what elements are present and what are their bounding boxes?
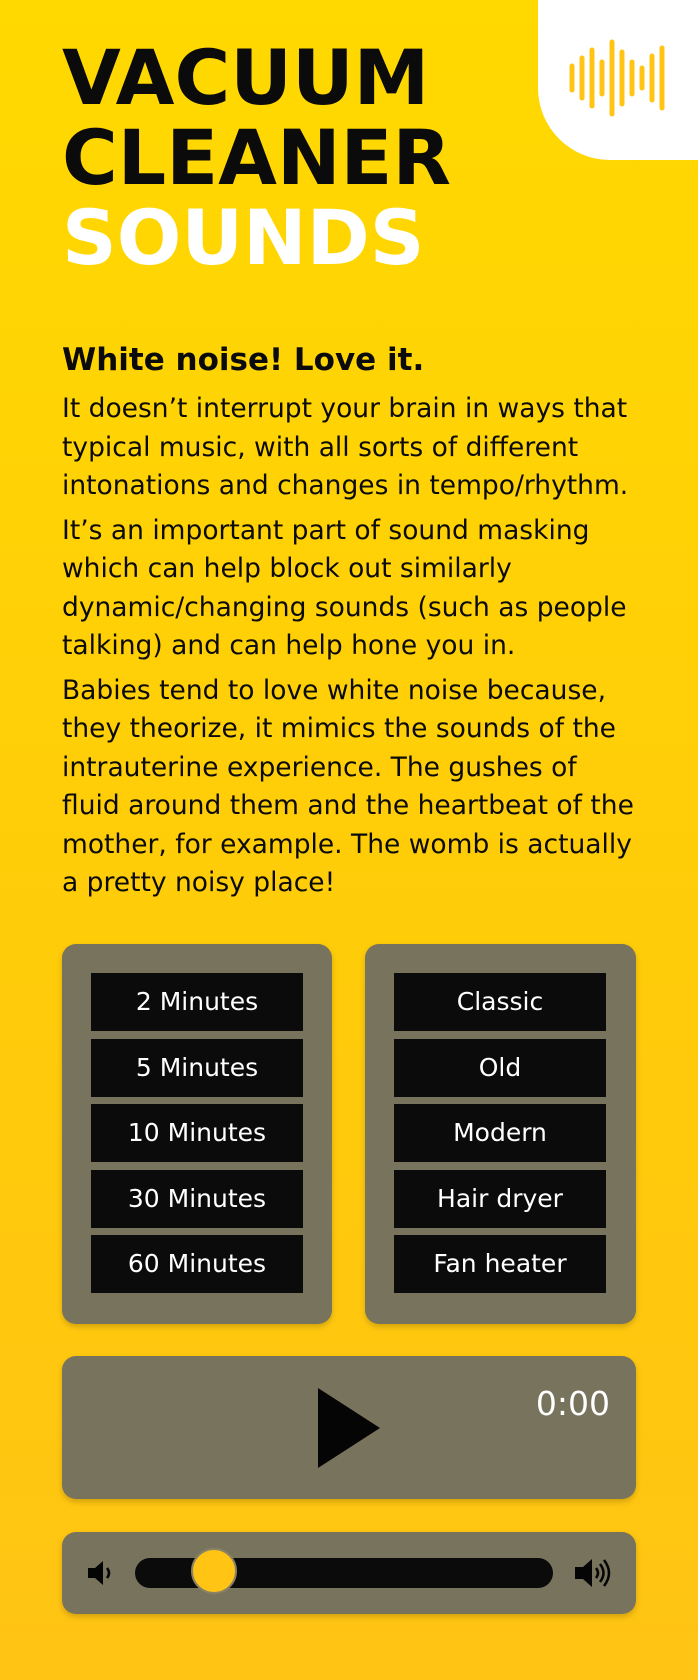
page-title: VACUUM CLEANER SOUNDS [62,38,451,278]
duration-button-30[interactable]: 30 Minutes [91,1170,303,1228]
play-icon[interactable] [318,1388,384,1468]
duration-button-60[interactable]: 60 Minutes [91,1235,303,1293]
intro-paragraph-3: Babies tend to love white noise because,… [62,674,634,899]
intro-paragraph-1: It doesn’t interrupt your brain in ways … [62,393,629,501]
volume-high-icon[interactable] [573,1556,615,1590]
sound-button-hair-dryer[interactable]: Hair dryer [394,1170,606,1228]
sound-button-fan-heater[interactable]: Fan heater [394,1235,606,1293]
intro-heading: White noise! Love it. [62,342,425,378]
duration-button-2[interactable]: 2 Minutes [91,973,303,1031]
duration-button-10[interactable]: 10 Minutes [91,1104,303,1162]
title-line-3: SOUNDS [62,193,425,282]
time-display: 0:00 [535,1384,610,1423]
title-line-2: CLEANER [62,113,451,202]
volume-panel [62,1532,636,1614]
duration-button-5[interactable]: 5 Minutes [91,1039,303,1097]
title-line-1: VACUUM [62,33,430,122]
intro-section: White noise! Love it. It doesn’t interru… [62,340,642,909]
intro-paragraph-2: It’s an important part of sound masking … [62,514,627,662]
sound-button-modern[interactable]: Modern [394,1104,606,1162]
sound-type-panel: Classic Old Modern Hair dryer Fan heater [365,944,636,1324]
sound-wave-icon [569,39,665,117]
player-panel: 0:00 [62,1356,636,1499]
sound-button-classic[interactable]: Classic [394,973,606,1031]
logo-badge [538,0,698,160]
volume-low-icon[interactable] [86,1559,116,1587]
duration-panel: 2 Minutes 5 Minutes 10 Minutes 30 Minute… [62,944,332,1324]
sound-button-old[interactable]: Old [394,1039,606,1097]
